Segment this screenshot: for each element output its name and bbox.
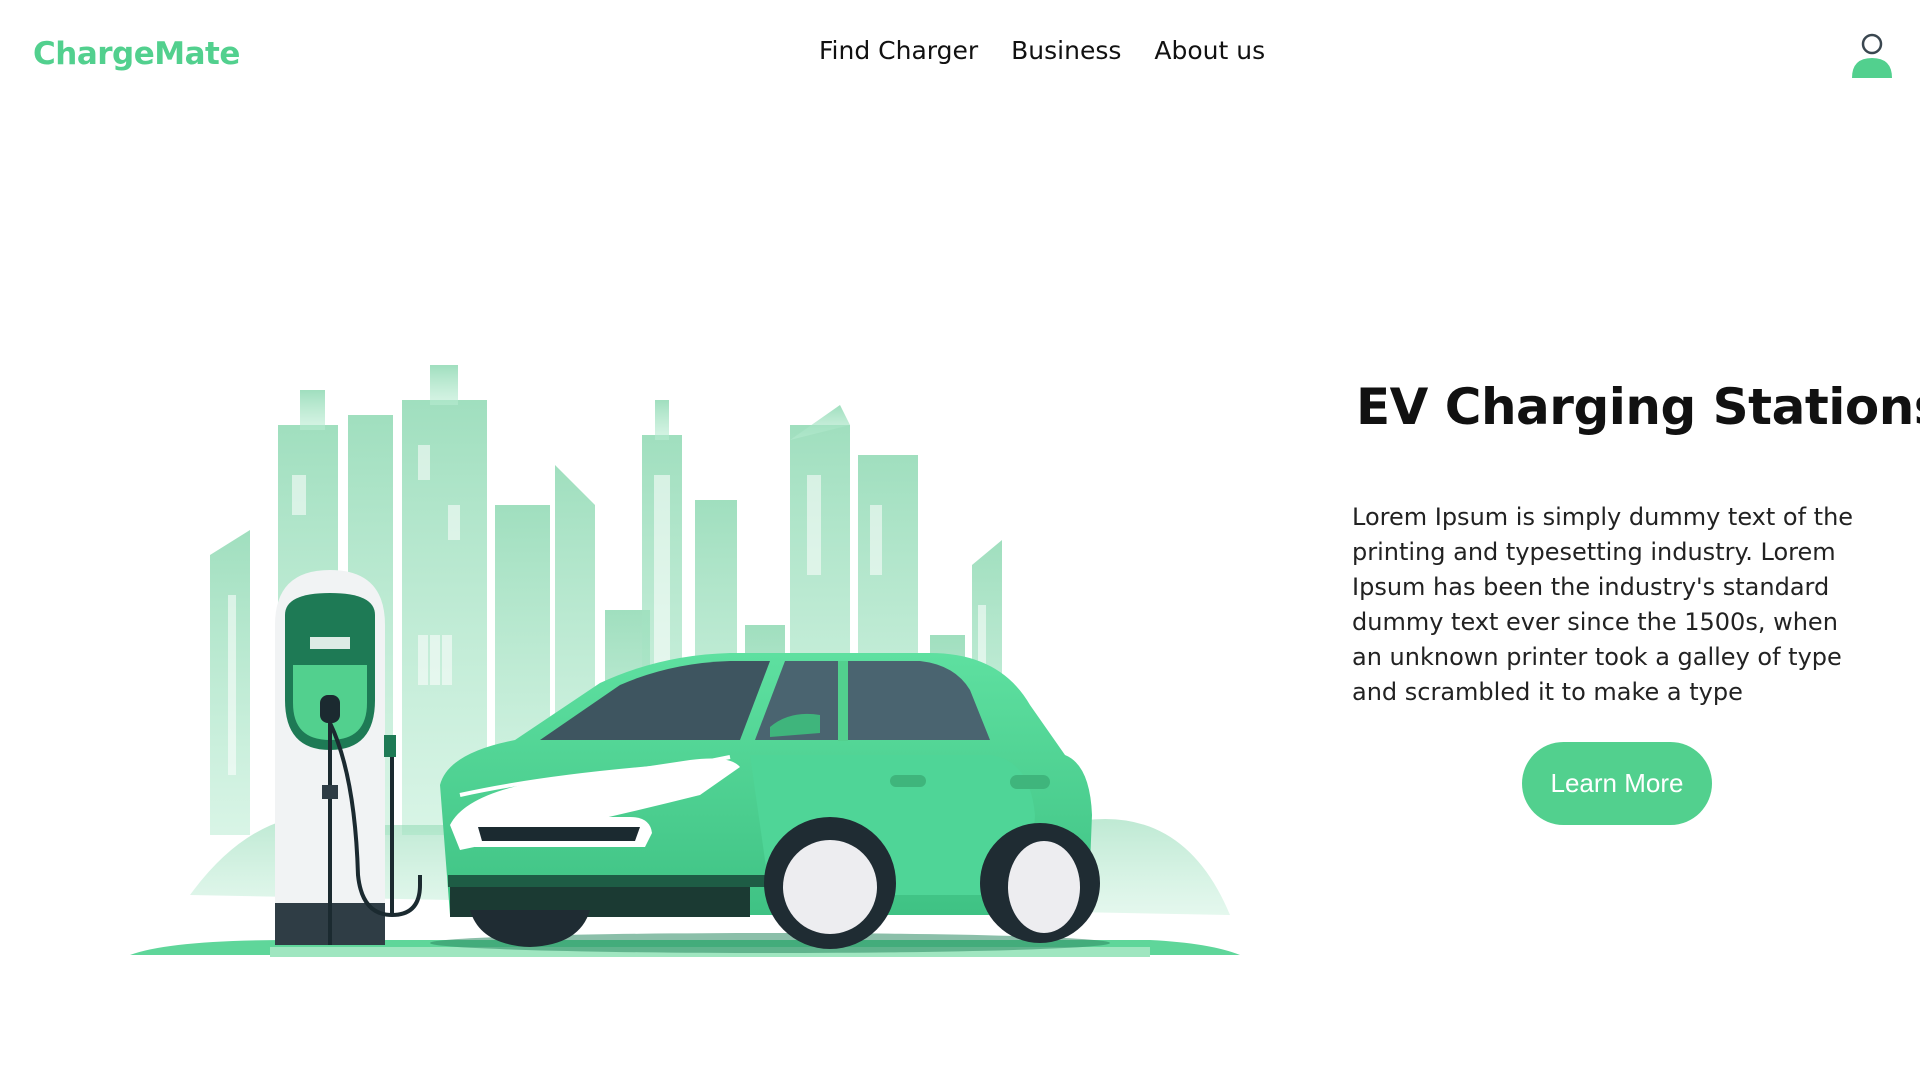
nav-link-business[interactable]: Business xyxy=(1011,36,1121,65)
hero-description: Lorem Ipsum is simply dummy text of the … xyxy=(1352,503,1854,706)
site-header: ChargeMate Find Charger Business About u… xyxy=(0,0,1920,110)
nav-link-about-us[interactable]: About us xyxy=(1154,36,1265,65)
brand-logo[interactable]: ChargeMate xyxy=(33,36,240,72)
main-nav: Find Charger Business About us xyxy=(819,36,1265,65)
hero-title: EV Charging Stations xyxy=(1356,378,1920,436)
learn-more-button[interactable]: Learn More xyxy=(1522,742,1712,825)
ev-car-charging-city-illustration xyxy=(130,355,1300,965)
nav-link-find-charger[interactable]: Find Charger xyxy=(819,36,978,65)
landing-page: ChargeMate Find Charger Business About u… xyxy=(0,0,1920,1080)
hero-text-block: EV Charging Stations Lorem Ipsum is simp… xyxy=(1352,378,1920,710)
user-icon[interactable] xyxy=(1848,32,1896,82)
